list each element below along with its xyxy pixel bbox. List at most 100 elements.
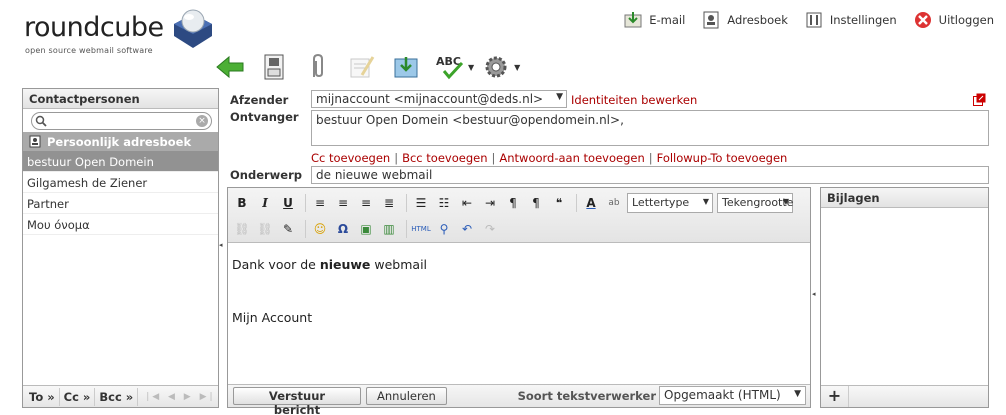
nav-email[interactable]: E-mail <box>623 10 685 30</box>
from-label: Afzender <box>230 93 289 107</box>
save-icon <box>264 54 284 80</box>
numbered-list-icon[interactable]: ☷ <box>434 193 454 213</box>
edit-identities-link[interactable]: Identiteiten bewerken <box>571 93 697 107</box>
font-family-select[interactable]: Lettertype ▼ <box>627 193 713 213</box>
spellcheck-icon: ABC <box>436 55 464 80</box>
clear-search-icon[interactable]: × <box>196 115 208 127</box>
options-icon <box>485 56 507 78</box>
back-button[interactable] <box>214 51 246 83</box>
add-cc-link[interactable]: Cc toevoegen <box>311 151 390 165</box>
right-splitter-icon[interactable]: ◂ <box>812 290 818 298</box>
italic-button[interactable]: I <box>255 193 275 213</box>
editor-body[interactable]: Dank voor de nieuwe webmail Mijn Account <box>228 243 810 377</box>
contact-item[interactable]: Mου όνομα <box>23 214 218 235</box>
nav-addressbook-label: Adresboek <box>727 13 788 27</box>
contact-item[interactable]: Gilgamesh de Ziener <box>23 172 218 193</box>
align-justify-icon[interactable]: ≣ <box>379 193 399 213</box>
addressbook-personal[interactable]: Persoonlijk adresboek <box>23 132 218 151</box>
contacts-panel: Contactpersonen × Persoonlijk adresboek … <box>22 88 219 408</box>
insert-media-icon[interactable]: ▥ <box>379 219 399 239</box>
settings-icon <box>804 10 824 30</box>
editor-type-label: Soort tekstverwerker <box>517 389 656 403</box>
contacts-header: Contactpersonen <box>23 89 218 109</box>
chevron-down-icon: ▼ <box>794 389 801 399</box>
bold-button[interactable]: B <box>232 193 252 213</box>
roundcube-logo: roundcube open source webmail software <box>24 6 214 58</box>
from-select[interactable]: mijnaccount <mijnaccount@deds.nl> ▼ <box>311 90 567 108</box>
align-center-icon[interactable]: ≡ <box>333 193 353 213</box>
emoticon-icon[interactable]: ☺ <box>310 219 330 239</box>
indent-icon[interactable]: ⇥ <box>480 193 500 213</box>
spellcheck-button[interactable]: ABC <box>434 51 466 83</box>
add-followupto-link[interactable]: Followup-To toevoegen <box>657 151 788 165</box>
nav-settings-label: Instellingen <box>829 13 897 27</box>
special-char-icon[interactable]: Ω <box>333 219 353 239</box>
contact-item[interactable]: Partner <box>23 193 218 214</box>
compose-toolbar: ABC ▼ ▼ <box>214 50 526 84</box>
addressbook-label: Persoonlijk adresboek <box>47 134 192 149</box>
popout-icon[interactable] <box>973 93 986 106</box>
to-label: Ontvanger <box>230 110 299 124</box>
contacts-footer: To » Cc » Bcc » |◀ ◀ ▶ ▶| <box>23 385 218 407</box>
unlink-icon[interactable]: ⛓ <box>255 219 275 239</box>
body-line-1: Dank voor de nieuwe webmail <box>232 257 428 272</box>
underline-button[interactable]: U <box>278 193 298 213</box>
add-bcc-button[interactable]: Bcc » <box>95 387 139 406</box>
insert-response-button[interactable] <box>390 51 422 83</box>
editor-footer: Verstuur bericht Annuleren Soort tekstve… <box>228 384 810 415</box>
add-attachment-button[interactable]: + <box>821 386 849 407</box>
ltr-icon[interactable]: ¶ <box>503 193 523 213</box>
text-color-icon[interactable]: A <box>581 193 601 213</box>
insert-image-icon[interactable]: ▣ <box>356 219 376 239</box>
from-value: mijnaccount <mijnaccount@deds.nl> <box>316 92 544 106</box>
edit-source-icon[interactable]: ✎ <box>278 219 298 239</box>
html-source-icon[interactable]: HTML <box>411 219 431 239</box>
redo-icon[interactable]: ↷ <box>480 219 500 239</box>
find-replace-icon[interactable]: ⚲ <box>434 219 454 239</box>
search-icon <box>35 115 47 127</box>
rtl-icon[interactable]: ¶ <box>526 193 546 213</box>
mail-icon <box>623 10 643 30</box>
add-cc-button[interactable]: Cc » <box>60 387 96 406</box>
align-left-icon[interactable]: ≡ <box>310 193 330 213</box>
align-right-icon[interactable]: ≡ <box>356 193 376 213</box>
link-icon[interactable]: ⛓ <box>232 219 252 239</box>
save-draft-button[interactable] <box>258 51 290 83</box>
add-to-button[interactable]: To » <box>25 387 60 406</box>
send-button[interactable]: Verstuur bericht <box>233 387 361 415</box>
attach-button[interactable] <box>302 51 334 83</box>
nav-addressbook[interactable]: Adresboek <box>701 10 788 30</box>
logo-cube-icon <box>174 9 212 48</box>
nav-logout-label: Uitloggen <box>938 13 994 27</box>
options-dropdown-icon[interactable]: ▼ <box>514 63 520 72</box>
editor-toolbar: B I U ≡ ≡ ≡ ≣ ☰ ☷ ⇤ ⇥ ¶ ¶ ❝ A ab Lettert… <box>228 188 810 243</box>
cancel-button[interactable]: Annuleren <box>366 387 447 405</box>
contacts-search-input[interactable] <box>48 114 198 128</box>
nav-settings[interactable]: Instellingen <box>804 10 897 30</box>
logout-icon <box>913 10 933 30</box>
insert-signature-button[interactable] <box>346 51 378 83</box>
editor-type-select[interactable]: Opgemaakt (HTML) ▼ <box>659 386 806 405</box>
nav-email-label: E-mail <box>649 13 686 27</box>
insert-response-icon <box>394 57 418 78</box>
bullet-list-icon[interactable]: ☰ <box>411 193 431 213</box>
font-size-select[interactable]: Tekengrootte ▼ <box>717 193 793 213</box>
blockquote-icon[interactable]: ❝ <box>549 193 569 213</box>
to-field[interactable]: bestuur Open Domein <bestuur@opendomein.… <box>311 110 989 146</box>
chevron-down-icon: ▼ <box>556 92 563 102</box>
to-value: bestuur Open Domein <bestuur@opendomein.… <box>316 113 624 127</box>
nav-logout[interactable]: Uitloggen <box>913 10 994 30</box>
contact-item[interactable]: bestuur Open Domein <box>23 151 218 172</box>
subject-field[interactable]: de nieuwe webmail <box>311 166 989 184</box>
attachments-panel: Bijlagen + <box>820 187 989 408</box>
spellcheck-dropdown-icon[interactable]: ▼ <box>468 63 474 72</box>
chevron-down-icon: ▼ <box>782 197 789 206</box>
left-splitter-icon[interactable]: ◂ <box>219 241 225 249</box>
add-bcc-link[interactable]: Bcc toevoegen <box>402 151 487 165</box>
options-button[interactable] <box>480 51 512 83</box>
outdent-icon[interactable]: ⇤ <box>457 193 477 213</box>
attachments-footer: + <box>821 385 988 407</box>
highlight-color-icon[interactable]: ab <box>604 193 624 213</box>
add-replyto-link[interactable]: Antwoord-aan toevoegen <box>499 151 644 165</box>
undo-icon[interactable]: ↶ <box>457 219 477 239</box>
